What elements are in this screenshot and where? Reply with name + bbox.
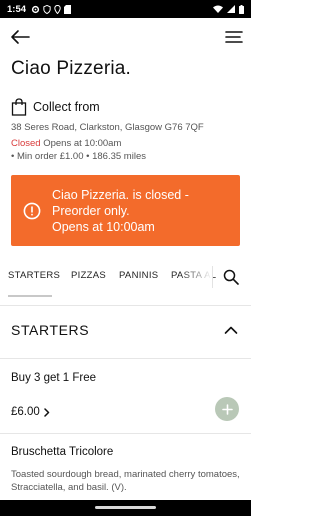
tabs-divider: [212, 266, 213, 288]
active-tab-indicator: [8, 295, 52, 297]
collect-from-label: Collect from: [33, 100, 100, 114]
tab-starters[interactable]: STARTERS: [8, 270, 60, 281]
menu-item-name[interactable]: Bruschetta Tricolore: [11, 446, 113, 458]
category-tabs: STARTERS PIZZAS PANINIS PASTA AL: [0, 258, 251, 298]
shopping-bag-icon: [11, 98, 27, 116]
home-gesture-pill[interactable]: [95, 506, 156, 509]
add-item-button[interactable]: [215, 397, 239, 421]
top-app-bar: [0, 22, 251, 52]
system-navigation-bar: [0, 500, 251, 516]
arrow-left-icon[interactable]: [9, 28, 31, 46]
chevron-up-icon[interactable]: [224, 325, 238, 335]
search-icon[interactable]: [223, 269, 239, 285]
min-order-distance: • Min order £1.00 • 186.35 miles: [11, 151, 146, 162]
shield-icon: [43, 4, 51, 14]
section-divider: [0, 305, 251, 306]
info-alert-icon: [23, 202, 41, 219]
menu-item-description: Toasted sourdough bread, marinated cherr…: [11, 469, 240, 493]
status-icons-left: [31, 4, 72, 14]
item-divider: [0, 433, 251, 434]
menu-item-name[interactable]: Buy 3 get 1 Free: [11, 372, 96, 384]
sd-card-icon: [64, 4, 72, 14]
banner-message: Ciao Pizzeria. is closed - Preorder only…: [52, 187, 189, 235]
section-title: STARTERS: [11, 322, 90, 338]
tab-pizzas[interactable]: PIZZAS: [71, 270, 106, 281]
signal-icon: [227, 5, 235, 13]
closed-preorder-banner: Ciao Pizzeria. is closed - Preorder only…: [11, 175, 240, 246]
status-icons-right: [213, 4, 244, 14]
restaurant-address: 38 Seres Road, Clarkston, Glasgow G76 7Q…: [11, 122, 204, 133]
status-time: 1:54: [7, 3, 27, 15]
plus-icon: [221, 403, 233, 415]
location-pin-icon: [54, 4, 61, 14]
banner-line: Ciao Pizzeria. is closed -: [52, 187, 189, 202]
status-bar: 1:54: [0, 0, 251, 18]
banner-line: Preorder only.: [52, 203, 130, 218]
tab-paninis[interactable]: PANINIS: [119, 270, 158, 281]
opening-status: Closed Opens at 10:00am: [11, 138, 121, 149]
section-divider: [0, 358, 251, 359]
chevron-right-icon: [44, 407, 50, 417]
banner-line: Opens at 10:00am: [52, 219, 155, 234]
gear-icon: [31, 5, 40, 13]
battery-icon: [239, 4, 244, 14]
menu-item-price[interactable]: £6.00: [11, 406, 50, 418]
restaurant-name: Ciao Pizzeria.: [11, 58, 132, 79]
collect-from-row: Collect from: [11, 98, 100, 116]
price-value: £6.00: [11, 406, 40, 418]
tabs-scroll-fade: [180, 262, 212, 292]
closed-status-text: Closed: [11, 138, 41, 149]
wifi-icon: [213, 5, 223, 13]
opens-at-text: Opens at 10:00am: [40, 138, 122, 149]
hamburger-menu-icon[interactable]: [225, 29, 243, 45]
